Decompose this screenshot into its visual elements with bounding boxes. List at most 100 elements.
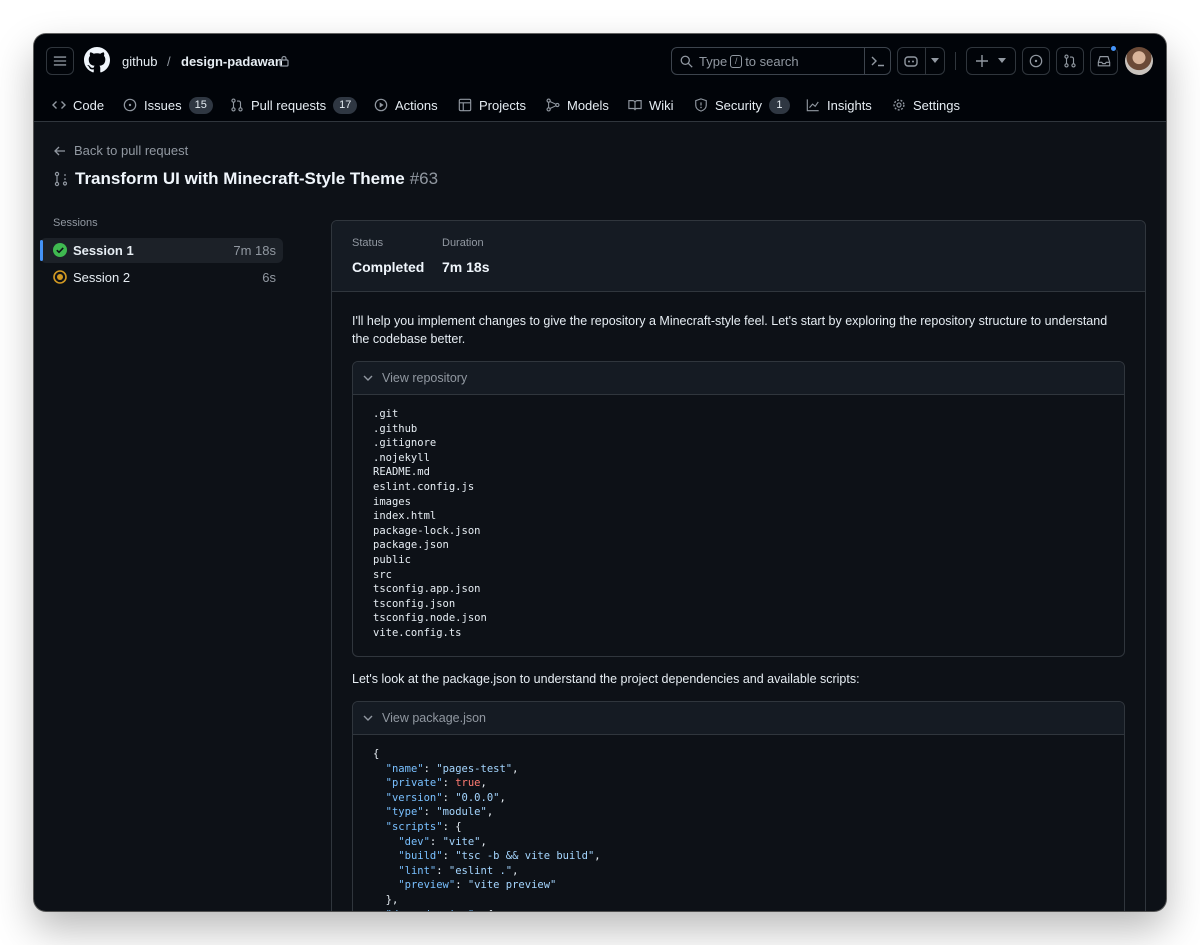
- search-placeholder-suffix: to search: [745, 53, 799, 69]
- search-input[interactable]: Type / to search: [671, 47, 891, 75]
- breadcrumb-owner[interactable]: github: [122, 54, 157, 69]
- tab-models-label: Models: [567, 97, 609, 113]
- tab-issues-label: Issues: [144, 97, 182, 113]
- pull-request-draft-icon: [54, 171, 68, 187]
- tool-call-toggle[interactable]: View package.json: [353, 702, 1124, 735]
- avatar[interactable]: [1125, 47, 1153, 75]
- tab-insights-label: Insights: [827, 97, 872, 113]
- chevron-down-icon: [998, 58, 1006, 63]
- session-detail-panel: Status Completed Duration 7m 18s I'll he…: [331, 220, 1146, 911]
- duration-value: 7m 18s: [442, 259, 490, 275]
- code-line: {: [373, 748, 380, 760]
- repo-nav: Code Issues 15 Pull requests 17 Actions …: [34, 88, 1166, 122]
- status-value: Completed: [352, 259, 425, 275]
- code-line: "dev": "vite",: [398, 835, 487, 848]
- agent-message: I'll help you implement changes to give …: [352, 314, 1108, 346]
- pull-requests-counter: 17: [333, 96, 358, 114]
- repo-file-entry: public: [373, 553, 411, 566]
- session-duration: 6s: [262, 270, 276, 285]
- repo-file-entry: tsconfig.node.json: [373, 612, 487, 625]
- repo-file-entry: .nojekyll: [373, 451, 430, 464]
- session-item-2[interactable]: Session 2 6s: [40, 265, 283, 290]
- notification-indicator: [1110, 45, 1117, 52]
- tab-actions[interactable]: Actions: [374, 94, 438, 116]
- tab-code[interactable]: Code: [52, 94, 104, 116]
- chevron-down-icon: [363, 715, 373, 721]
- repo-file-entry: tsconfig.json: [373, 597, 456, 610]
- issue-icon: [1029, 54, 1043, 68]
- repo-file-entry: .github: [373, 422, 418, 435]
- tool-call-label: View package.json: [382, 711, 487, 725]
- repo-file-entry: .gitignore: [373, 437, 437, 450]
- table-icon: [458, 98, 472, 112]
- tool-call-toggle[interactable]: View repository: [353, 362, 1124, 395]
- terminal-icon: [871, 56, 884, 67]
- tab-security[interactable]: Security 1: [694, 94, 790, 116]
- pull-request-icon: [1064, 54, 1076, 68]
- pull-requests-button[interactable]: [1056, 47, 1084, 75]
- back-to-pull-request-link[interactable]: Back to pull request: [54, 143, 188, 158]
- check-circle-icon: [53, 243, 67, 257]
- play-icon: [374, 98, 388, 112]
- active-indicator: [40, 240, 43, 261]
- github-logo-icon[interactable]: [84, 47, 110, 73]
- tab-settings[interactable]: Settings: [892, 94, 960, 116]
- code-line: "build": "tsc -b && vite build",: [398, 850, 601, 863]
- models-icon: [546, 98, 560, 112]
- hamburger-icon: [53, 56, 67, 66]
- copilot-icon: [904, 56, 918, 67]
- issue-icon: [123, 98, 137, 112]
- code-line: "dependencies": {: [373, 908, 1104, 911]
- repo-file-entry: vite.config.ts: [373, 626, 462, 639]
- tab-security-label: Security: [715, 97, 762, 113]
- code-line: "private": true,: [385, 777, 487, 790]
- duration-label: Duration: [442, 237, 484, 249]
- tab-pull-requests[interactable]: Pull requests 17: [230, 94, 358, 116]
- repository-listing: .git .github .gitignore .nojekyll README.md e…: [353, 395, 1124, 653]
- tab-wiki-label: Wiki: [649, 97, 674, 113]
- plus-icon: [976, 55, 988, 67]
- tool-call-view-package-json: View package.json { "name": "pages-test"…: [352, 701, 1125, 911]
- repo-file-entry: package-lock.json: [373, 524, 481, 537]
- repo-file-entry: tsconfig.app.json: [373, 583, 481, 596]
- chevron-down-icon: [931, 58, 939, 63]
- tab-insights[interactable]: Insights: [806, 94, 872, 116]
- repo-file-entry: README.md: [373, 466, 430, 479]
- code-line: "name": "pages-test",: [385, 762, 519, 775]
- code-line: "preview": "vite preview": [398, 879, 557, 892]
- gear-icon: [893, 99, 905, 111]
- create-new-button[interactable]: [966, 47, 1016, 75]
- session-item-1[interactable]: Session 1 7m 18s: [40, 238, 283, 263]
- code-line: },: [373, 893, 399, 906]
- security-counter: 1: [768, 96, 790, 114]
- lock-icon: [279, 55, 289, 67]
- pull-request-icon: [231, 98, 243, 112]
- code-icon: [52, 101, 66, 109]
- issues-counter: 15: [188, 96, 213, 114]
- tab-actions-label: Actions: [395, 97, 438, 113]
- repo-file-entry: package.json: [373, 539, 449, 552]
- tab-models[interactable]: Models: [546, 94, 609, 116]
- menu-button[interactable]: [46, 47, 74, 75]
- pr-number: #63: [409, 169, 439, 188]
- code-line: "type": "module",: [385, 806, 494, 819]
- command-palette-button[interactable]: [864, 48, 890, 74]
- status-label: Status: [352, 237, 384, 249]
- breadcrumb-repo[interactable]: design-padawan: [181, 54, 283, 69]
- tab-wiki[interactable]: Wiki: [628, 94, 674, 116]
- tab-code-label: Code: [73, 97, 105, 113]
- copilot-button[interactable]: [897, 47, 945, 75]
- graph-icon: [806, 99, 819, 112]
- browser-window: github / design-padawan Type / to search: [34, 34, 1166, 911]
- tab-issues[interactable]: Issues 15: [123, 94, 213, 116]
- issues-button[interactable]: [1022, 47, 1050, 75]
- repo-file-entry: index.html: [373, 510, 437, 523]
- chevron-down-icon: [363, 375, 373, 381]
- code-line: "scripts": {: [385, 820, 462, 833]
- tab-settings-label: Settings: [913, 97, 960, 113]
- session-name: Session 2: [73, 270, 131, 285]
- back-link-label: Back to pull request: [74, 143, 189, 158]
- repo-file-entry: src: [373, 568, 392, 581]
- app-header: github / design-padawan Type / to search: [34, 34, 1166, 122]
- tab-projects[interactable]: Projects: [458, 94, 526, 116]
